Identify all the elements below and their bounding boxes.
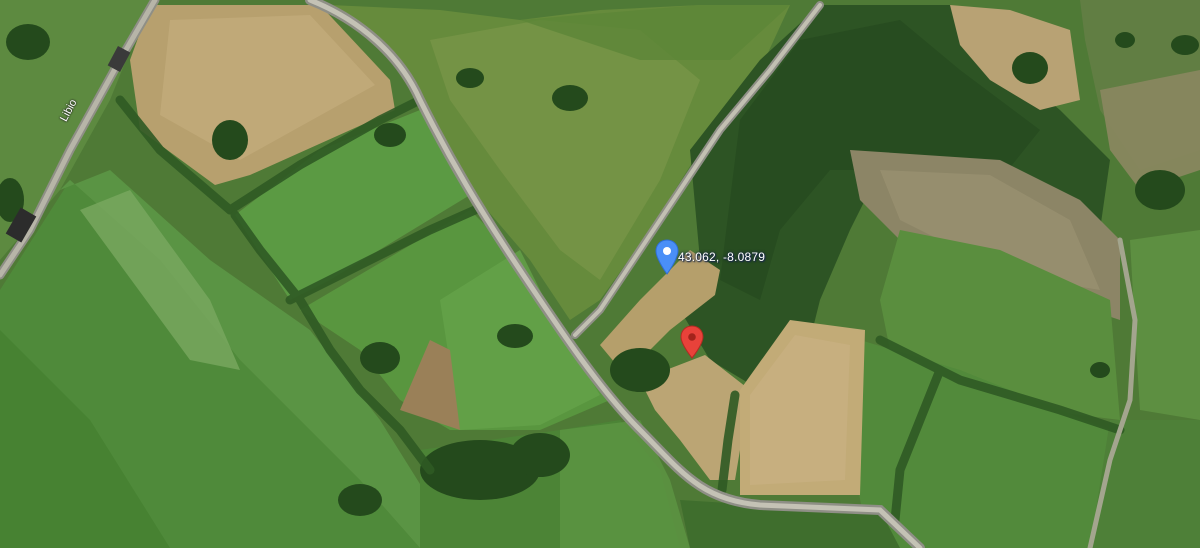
map-pin-icon xyxy=(655,239,679,275)
map-pin-icon xyxy=(680,325,704,359)
destination-marker[interactable] xyxy=(680,325,704,359)
coordinate-label: 43.062, -8.0879 xyxy=(678,250,766,264)
coordinate-marker[interactable] xyxy=(655,239,679,275)
satellite-map[interactable]: Libio 43.062, -8.0879 xyxy=(0,0,1200,548)
satellite-imagery xyxy=(0,0,1200,548)
